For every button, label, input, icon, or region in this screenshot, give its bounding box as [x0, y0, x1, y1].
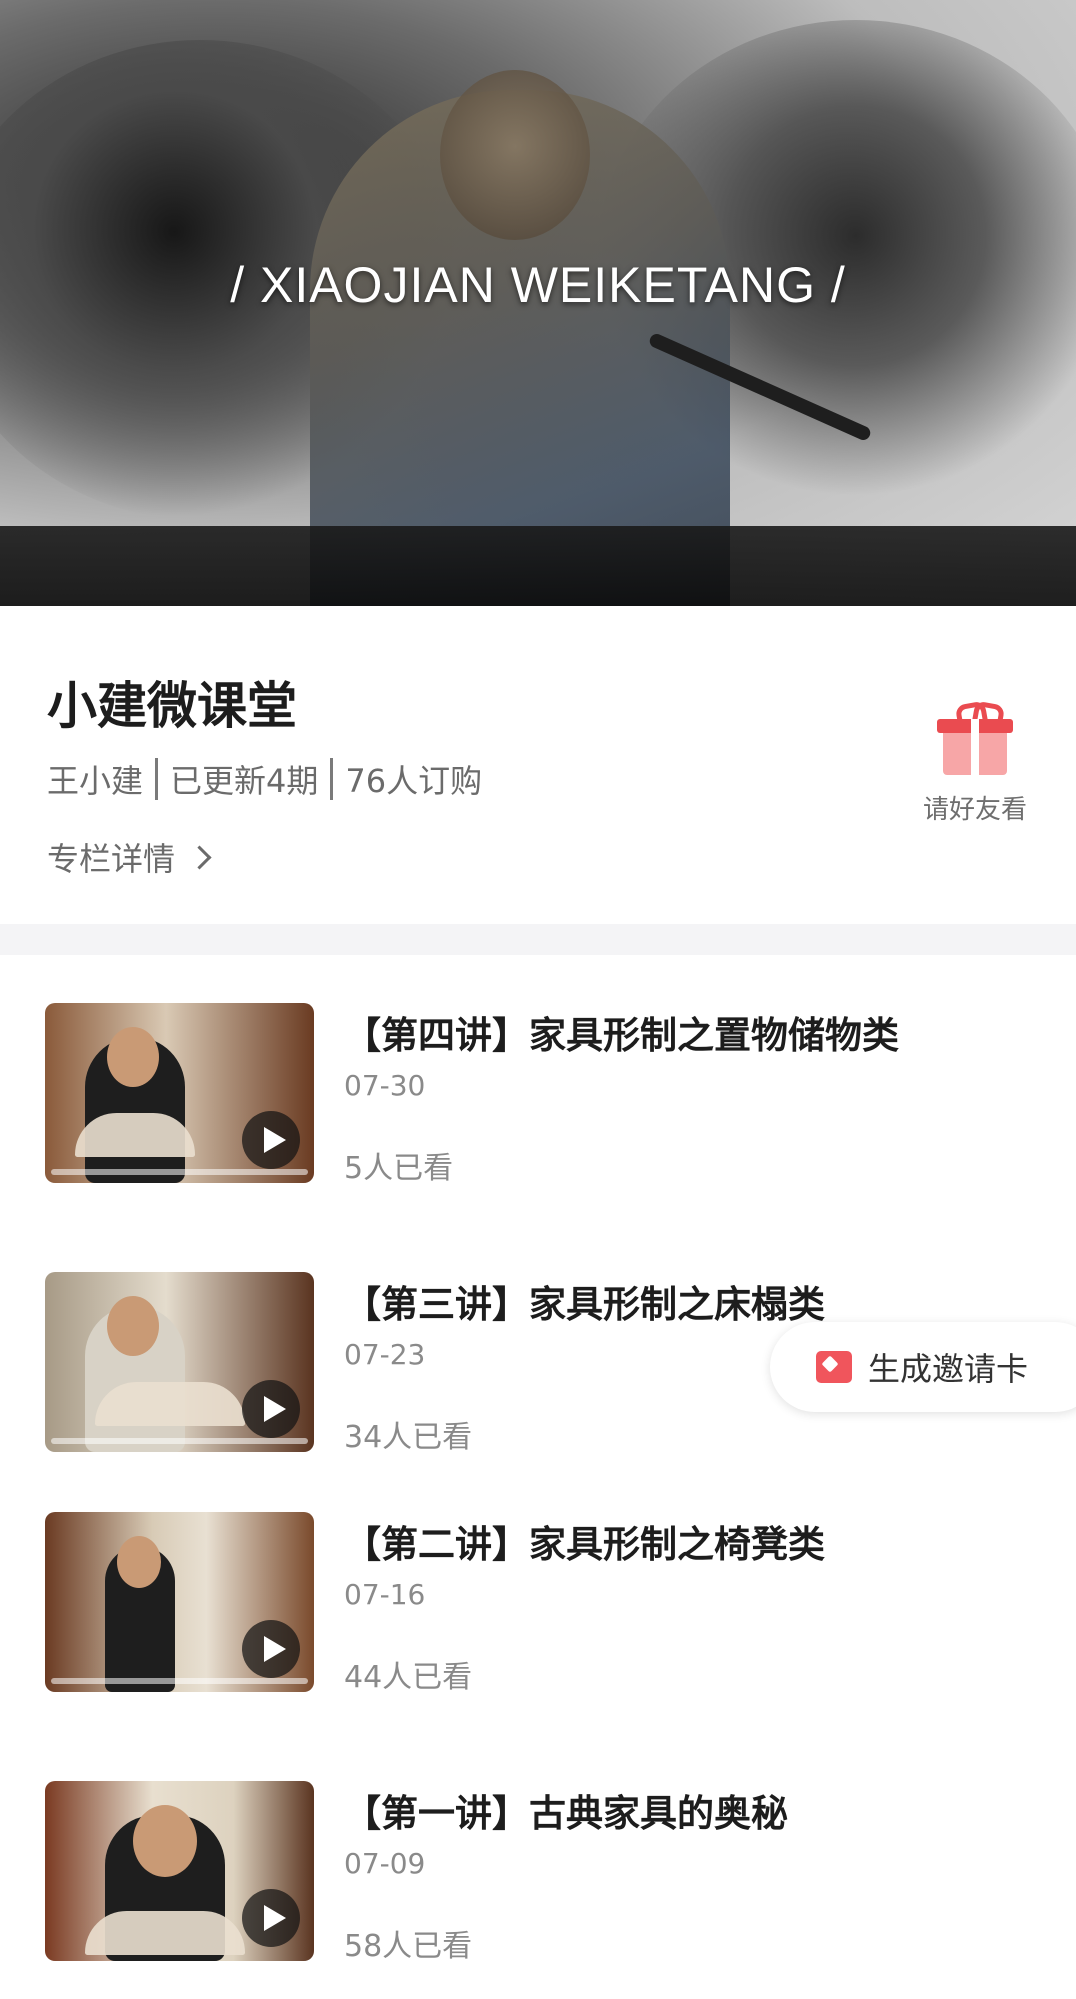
- lesson-thumbnail[interactable]: [45, 1781, 314, 1961]
- column-updated: 已更新4期: [170, 762, 319, 800]
- lesson-thumbnail[interactable]: [45, 1512, 314, 1692]
- lesson-item[interactable]: 【第四讲】家具形制之置物储物类 07-30 5人已看: [0, 1003, 1076, 1186]
- lesson-item[interactable]: 【第二讲】家具形制之椅凳类 07-16 44人已看: [0, 1512, 1076, 1695]
- play-icon[interactable]: [242, 1889, 300, 1947]
- play-icon[interactable]: [242, 1111, 300, 1169]
- invite-card-icon: [816, 1351, 852, 1383]
- column-meta: 王小建 已更新4期 76人订购: [47, 756, 482, 802]
- lesson-views: 44人已看: [344, 1660, 473, 1695]
- lesson-views: 5人已看: [344, 1151, 454, 1186]
- lesson-item[interactable]: 【第一讲】古典家具的奥秘 07-09 58人已看: [0, 1781, 1076, 1964]
- meta-divider: [330, 758, 334, 800]
- column-detail-link[interactable]: 专栏详情: [47, 834, 212, 880]
- generate-invite-card-button[interactable]: 生成邀请卡: [770, 1322, 1076, 1412]
- lesson-title[interactable]: 【第一讲】古典家具的奥秘: [344, 1783, 788, 1837]
- meta-divider: [155, 758, 159, 800]
- lesson-title[interactable]: 【第三讲】家具形制之床榻类: [344, 1274, 825, 1328]
- lesson-date: 07-30: [344, 1069, 426, 1102]
- lesson-list: 【第四讲】家具形制之置物储物类 07-30 5人已看 【第三讲】家具形制之床榻类…: [0, 955, 1076, 1999]
- banner-figure-head: [440, 70, 590, 240]
- gift-icon: [937, 700, 1013, 775]
- lesson-date: 07-23: [344, 1338, 426, 1371]
- play-icon[interactable]: [242, 1620, 300, 1678]
- play-icon[interactable]: [242, 1380, 300, 1438]
- lesson-thumbnail[interactable]: [45, 1272, 314, 1452]
- share-gift-button[interactable]: 请好友看: [900, 700, 1050, 826]
- column-subscribers: 76人订购: [345, 762, 483, 800]
- lesson-title[interactable]: 【第四讲】家具形制之置物储物类: [344, 1005, 899, 1059]
- lesson-views: 58人已看: [344, 1929, 473, 1964]
- lesson-title[interactable]: 【第二讲】家具形制之椅凳类: [344, 1514, 825, 1568]
- banner-title: / XIAOJIAN WEIKETANG /: [230, 257, 846, 313]
- lesson-date: 07-09: [344, 1847, 426, 1880]
- column-title: 小建微课堂: [47, 677, 297, 735]
- lesson-thumbnail[interactable]: [45, 1003, 314, 1183]
- share-gift-label: 请好友看: [922, 795, 1027, 825]
- invite-card-label: 生成邀请卡: [868, 1350, 1029, 1388]
- lesson-views: 34人已看: [344, 1420, 473, 1455]
- lesson-date: 07-16: [344, 1578, 426, 1611]
- column-banner: / XIAOJIAN WEIKETANG /: [0, 0, 1076, 606]
- column-author[interactable]: 王小建: [47, 756, 143, 802]
- column-info: 小建微课堂 王小建 已更新4期 76人订购 专栏详情 请好友看: [0, 606, 1076, 924]
- banner-floor: [0, 526, 1076, 606]
- column-detail-label: 专栏详情: [47, 840, 176, 878]
- chevron-right-icon: [187, 844, 212, 870]
